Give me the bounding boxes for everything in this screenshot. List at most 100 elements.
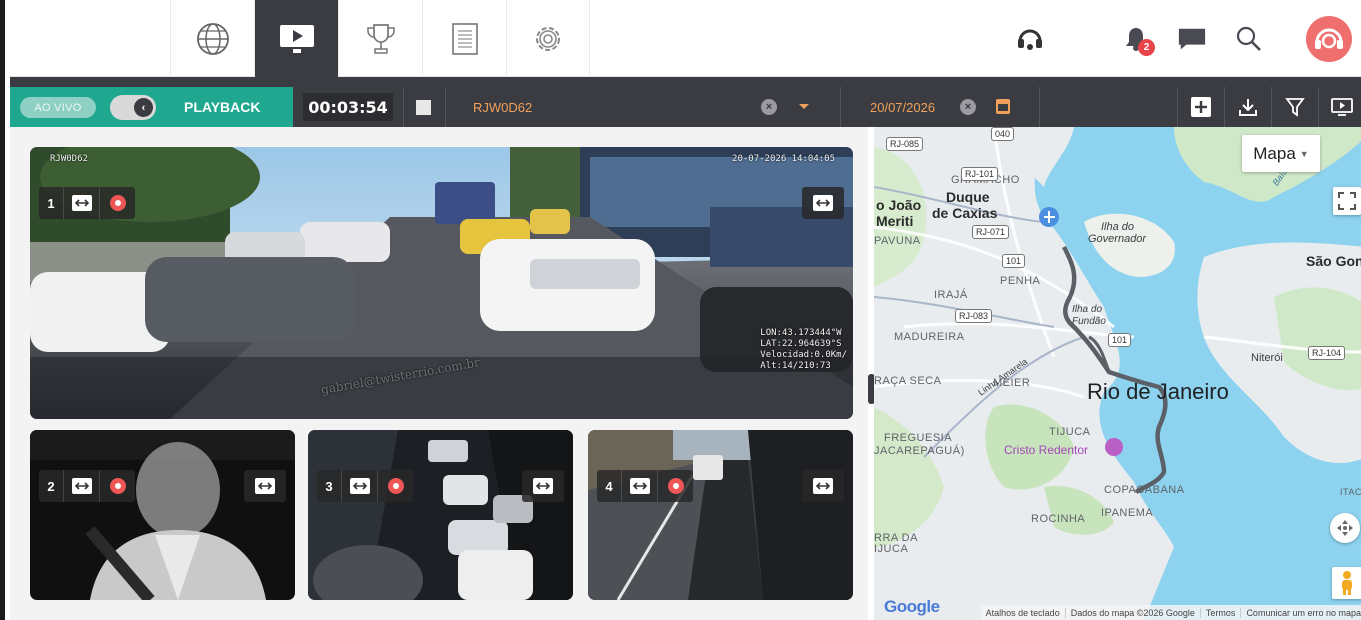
live-playback-toggle[interactable]: ‹ — [110, 95, 156, 120]
swap-camera-button[interactable] — [341, 470, 377, 502]
camera-number: 3 — [325, 478, 333, 494]
clear-date-icon[interactable]: × — [960, 99, 976, 115]
download-button[interactable] — [1224, 87, 1271, 127]
record-button[interactable] — [99, 187, 135, 219]
map-pan-control[interactable] — [1330, 513, 1360, 543]
google-logo: Google — [884, 597, 940, 617]
map-label-pavuna: PAVUNA — [874, 235, 921, 247]
expand-arrows-icon — [255, 478, 275, 494]
record-button[interactable] — [377, 470, 413, 502]
expand-arrows-icon — [813, 195, 833, 211]
camera-1-timestamp: 20-07-2026 14:04:05 — [732, 154, 835, 164]
swap-arrows-icon — [629, 478, 650, 494]
stop-button[interactable] — [416, 100, 431, 115]
map-type-dropdown[interactable]: Mapa ▼ — [1242, 135, 1320, 172]
playback-control-bar: AO VIVO ‹ PLAYBACK 00:03:54 RJW0D62 × 20… — [10, 87, 1361, 127]
add-button[interactable] — [1177, 87, 1224, 127]
search-button[interactable] — [1234, 24, 1264, 54]
live-mode-button[interactable]: AO VIVO — [20, 97, 96, 118]
swap-camera-button[interactable] — [63, 187, 99, 219]
tab-settings[interactable] — [506, 0, 590, 77]
telemetry-alt: Alt:14/210:73 — [760, 361, 831, 371]
globe-icon — [196, 22, 229, 55]
telemetry-lon: LON:43.173444°W — [760, 328, 842, 338]
vehicle-select-value[interactable]: RJW0D62 — [473, 100, 532, 115]
street-view-pegman[interactable] — [1332, 567, 1361, 599]
fullscreen-button[interactable] — [1333, 187, 1361, 215]
camera-1-plate-text: RJW0D62 — [50, 154, 88, 164]
filter-icon — [1285, 98, 1305, 117]
messages-button[interactable] — [1177, 24, 1207, 54]
record-button[interactable] — [99, 470, 135, 502]
headset-icon — [1018, 29, 1042, 50]
support-headset-button[interactable] — [1015, 24, 1045, 54]
camera-4-feed[interactable]: 4 — [588, 430, 853, 600]
calendar-icon[interactable] — [996, 99, 1010, 114]
camera-3-feed[interactable]: 3 — [308, 430, 573, 600]
swap-arrows-icon — [71, 195, 92, 211]
map-label-madureira: MADUREIRA — [894, 331, 965, 343]
report-error-link[interactable]: Comunicar um erro no mapa — [1240, 607, 1361, 618]
filter-button[interactable] — [1271, 87, 1318, 127]
swap-camera-button[interactable] — [621, 470, 657, 502]
google-logo-text: Google — [884, 597, 940, 616]
map-label-ilha-fundao-1: Ilha do — [1072, 304, 1103, 315]
map-label-ilha-fundao-2: Fundão — [1072, 316, 1106, 327]
chat-bubble-icon — [1178, 28, 1206, 50]
tab-reports[interactable] — [422, 0, 506, 77]
camera-1-feed[interactable]: RJW0D62 20-07-2026 14:04:05 LON:43.17344… — [30, 147, 853, 419]
nav-divider — [10, 77, 1361, 87]
top-navigation: 2 — [10, 0, 1361, 77]
date-field[interactable]: 20/07/2026 — [870, 100, 935, 115]
map-type-label: Mapa — [1253, 143, 1296, 163]
swap-camera-button[interactable] — [63, 470, 99, 502]
camera-2-image — [30, 430, 295, 600]
keyboard-shortcuts-link[interactable]: Atalhos de teclado — [981, 608, 1065, 618]
record-button[interactable] — [657, 470, 693, 502]
map-label-copacabana: COPACABANA — [1104, 484, 1185, 496]
map-label-meriti: Meriti — [876, 213, 914, 229]
tab-map[interactable] — [170, 0, 254, 77]
tab-ranking[interactable] — [338, 0, 422, 77]
map-label-tijuca: TIJUCA — [1049, 426, 1091, 438]
map-panel[interactable]: GRAMACHO o João Meriti Duque de Caxias I… — [874, 127, 1361, 620]
telemetry-lat: LAT:22.964639°S — [760, 339, 842, 349]
chevron-down-icon[interactable] — [799, 104, 809, 109]
swap-arrows-icon — [349, 478, 370, 494]
terms-link[interactable]: Termos — [1199, 607, 1241, 618]
expand-camera-button[interactable] — [244, 470, 286, 502]
support-agent-icon — [1315, 28, 1343, 49]
expand-camera-button[interactable] — [802, 470, 844, 502]
user-avatar[interactable] — [1306, 16, 1352, 62]
record-icon — [667, 478, 684, 494]
download-icon — [1239, 99, 1257, 116]
map-label-sao-joao: o João — [876, 197, 922, 213]
map-label-meier: MÉIER — [993, 377, 1031, 389]
map-label-rio-de-janeiro: Rio de Janeiro — [1087, 379, 1229, 404]
map-label-ilha-governador-1: Ilha do — [1101, 221, 1135, 233]
camera-4-image — [588, 430, 853, 600]
map-label-itaco: ITACO — [1340, 487, 1361, 497]
expand-arrows-icon — [533, 478, 553, 494]
tab-playback[interactable] — [254, 0, 338, 77]
expand-camera-button[interactable] — [522, 470, 564, 502]
camera-2-controls: 2 — [39, 470, 135, 502]
camera-3-image — [308, 430, 573, 600]
record-icon — [109, 195, 126, 211]
camera-1-telemetry: LON:43.173444°W LAT:22.964639°S Velocida… — [760, 328, 847, 372]
camera-2-feed[interactable]: 2 — [30, 430, 295, 600]
mode-switch-area: AO VIVO ‹ PLAYBACK — [10, 87, 293, 127]
camera-1-controls: 1 — [39, 187, 135, 219]
nav-right-tools: 2 — [1006, 0, 1361, 77]
notifications-button[interactable]: 2 — [1121, 24, 1155, 56]
map-label-iraja: IRAJÁ — [934, 289, 968, 301]
clear-vehicle-icon[interactable]: × — [761, 99, 777, 115]
trophy-icon — [366, 23, 395, 54]
expand-camera-button[interactable] — [802, 187, 844, 219]
road-shield: 040 — [991, 127, 1015, 141]
screen-mode-button[interactable] — [1318, 87, 1361, 127]
road-shield: RJ-085 — [886, 137, 924, 151]
search-icon — [1236, 26, 1261, 51]
map-label-sao-goncalo: São Gon — [1306, 253, 1361, 269]
app-frame: 2 AO VIVO ‹ PLAYBACK 00:03:54 RJW0D62 × … — [0, 0, 1361, 620]
